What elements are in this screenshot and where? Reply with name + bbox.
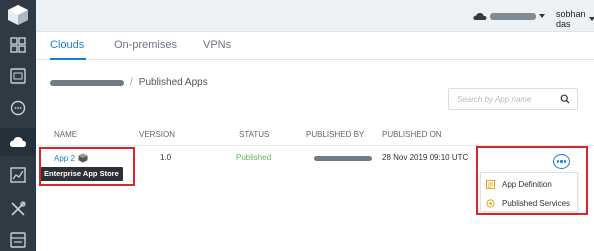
menu-item-app-definition[interactable]: App Definition (481, 175, 577, 193)
table-header: NAME VERSION STATUS PUBLISHED BY PUBLISH… (36, 128, 594, 146)
column-header-published-by[interactable]: PUBLISHED BY (306, 130, 364, 139)
server-icon[interactable] (8, 231, 28, 249)
tab-on-premises[interactable]: On-premises (114, 39, 177, 51)
search-box (448, 88, 578, 110)
more-dot (556, 160, 559, 163)
tab-vpns[interactable]: VPNs (203, 39, 231, 51)
chat-icon[interactable] (8, 99, 28, 117)
tab-bar: Clouds On-premises VPNs (36, 32, 594, 60)
dashboard-icon[interactable] (8, 36, 28, 54)
account-name-redacted (490, 12, 536, 20)
apps-icon[interactable] (8, 67, 28, 85)
chevron-down-icon (539, 14, 545, 18)
breadcrumb-parent-redacted[interactable] (50, 79, 124, 86)
user-name: sobhan das (556, 9, 586, 29)
account-switcher[interactable] (473, 8, 545, 24)
status-badge: Published (236, 153, 272, 162)
menu-item-label: Published Services (502, 198, 571, 208)
column-header-version[interactable]: VERSION (139, 130, 175, 139)
chevron-down-icon (588, 17, 594, 21)
more-dot (560, 160, 563, 163)
top-bar: sobhan das (36, 0, 594, 32)
breadcrumb: / Published Apps (50, 77, 208, 88)
cloud-icon[interactable] (8, 133, 28, 151)
actions-menu: App Definition Published Services (480, 172, 578, 212)
sidebar (0, 0, 36, 251)
search-icon[interactable] (560, 94, 570, 104)
more-dot (564, 160, 567, 163)
chart-icon[interactable] (8, 166, 28, 184)
column-header-name[interactable]: NAME (54, 130, 77, 139)
column-header-published-on[interactable]: PUBLISHED ON (382, 130, 442, 139)
highlight-box-app-name (39, 147, 135, 186)
logo-icon[interactable] (6, 4, 30, 26)
tab-clouds[interactable]: Clouds (50, 39, 84, 51)
tools-icon[interactable] (8, 200, 28, 218)
menu-item-published-services[interactable]: Published Services (481, 194, 577, 212)
breadcrumb-separator: / (130, 77, 133, 88)
document-icon (486, 179, 495, 189)
cloud-icon (473, 13, 487, 20)
menu-item-label: App Definition (502, 179, 552, 189)
published-by-redacted (314, 156, 372, 161)
services-icon (486, 198, 495, 208)
search-input[interactable] (449, 89, 549, 110)
column-header-status[interactable]: STATUS (239, 130, 269, 139)
more-actions-button[interactable] (553, 154, 570, 169)
app-version: 1.0 (160, 153, 172, 162)
user-menu[interactable]: sobhan das (556, 9, 594, 29)
page-title: Published Apps (138, 77, 208, 88)
published-on-date: 28 Nov 2019 09:10 UTC (382, 153, 469, 162)
